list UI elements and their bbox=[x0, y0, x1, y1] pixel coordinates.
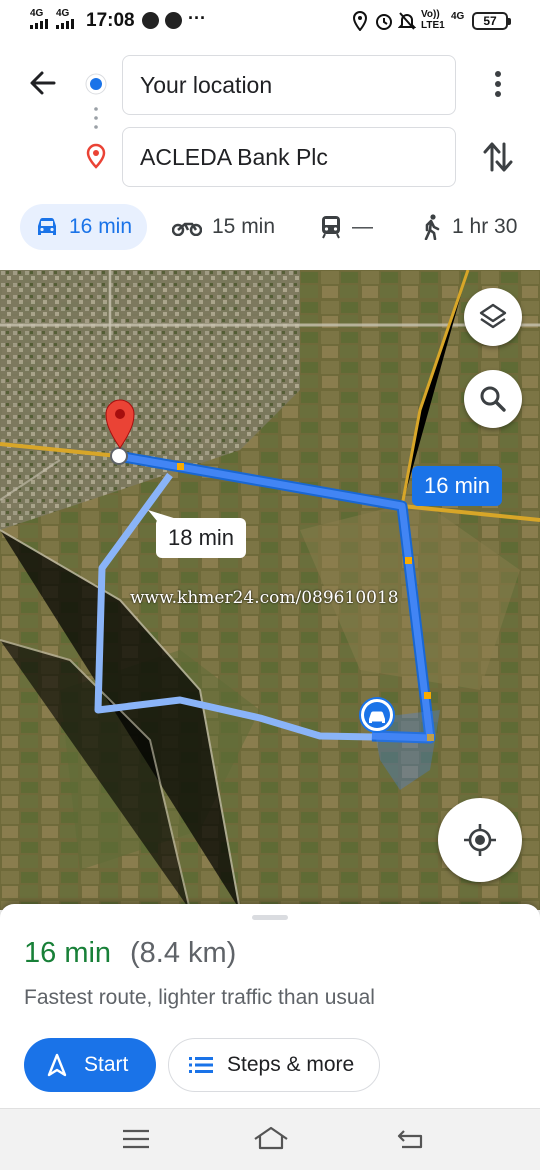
traffic-segment bbox=[424, 692, 431, 699]
location-status-icon bbox=[352, 11, 368, 31]
route-duration: 16 min bbox=[24, 937, 112, 969]
status-time: 17:08 bbox=[86, 10, 135, 31]
list-icon bbox=[189, 1057, 213, 1073]
battery-icon: 57 bbox=[472, 12, 511, 30]
route-description: Fastest route, lighter traffic than usua… bbox=[24, 986, 375, 1009]
watermark-text: www.khmer24.com/089610018 bbox=[130, 588, 399, 608]
signal-bars-icon bbox=[56, 19, 74, 29]
back-icon[interactable] bbox=[396, 1127, 426, 1151]
search-along-route-button[interactable] bbox=[464, 370, 522, 428]
tab-motorcycle[interactable]: 15 min bbox=[172, 204, 275, 250]
dnd-notification-icon bbox=[142, 12, 159, 29]
tab-walk-label: 1 hr 30 bbox=[452, 215, 518, 238]
car-icon bbox=[38, 218, 56, 235]
tab-transit[interactable]: — bbox=[320, 204, 373, 250]
start-navigation-button[interactable]: Start bbox=[24, 1038, 156, 1092]
more-options-icon[interactable] bbox=[486, 68, 510, 102]
route-connector-dots bbox=[94, 107, 98, 129]
route-start-dot bbox=[110, 447, 128, 465]
destination-pin-icon bbox=[86, 143, 106, 169]
signal-strength-1: 4G bbox=[30, 9, 52, 32]
origin-input[interactable]: Your location bbox=[122, 55, 456, 115]
steps-and-more-button[interactable]: Steps & more bbox=[168, 1038, 380, 1092]
signal-bars-icon bbox=[30, 19, 48, 29]
status-bar: 4G 4G 17:08 ··· Vo)) LTE1 4G 57 bbox=[0, 0, 540, 42]
layers-icon bbox=[479, 303, 507, 329]
system-navigation-bar bbox=[0, 1108, 540, 1170]
back-arrow-icon[interactable] bbox=[26, 66, 60, 100]
network-type-label: 4G bbox=[56, 8, 70, 19]
route-summary-sheet[interactable]: 16 min (8.4 km) Fastest route, lighter t… bbox=[0, 904, 540, 1110]
walking-icon bbox=[424, 214, 440, 240]
my-location-button[interactable] bbox=[438, 798, 522, 882]
mute-bell-icon bbox=[398, 12, 416, 30]
main-route-time-label[interactable]: 16 min bbox=[412, 466, 503, 506]
menu-icon[interactable] bbox=[121, 1127, 151, 1151]
crosshair-location-icon bbox=[464, 824, 496, 856]
train-icon bbox=[322, 216, 340, 239]
traffic-segment bbox=[177, 463, 184, 470]
more-notifications-icon: ··· bbox=[188, 8, 206, 28]
motorcycle-icon bbox=[172, 222, 202, 236]
sheet-drag-handle[interactable] bbox=[252, 915, 288, 920]
route-distance: (8.4 km) bbox=[130, 937, 237, 969]
tab-walk[interactable]: 1 hr 30 bbox=[422, 204, 517, 250]
tab-drive[interactable]: 16 min bbox=[20, 204, 147, 250]
tab-motorcycle-label: 15 min bbox=[212, 215, 276, 238]
traffic-segment bbox=[405, 557, 412, 564]
alt-route-time-label[interactable]: 18 min bbox=[156, 518, 247, 558]
messenger-notification-icon bbox=[165, 12, 182, 29]
destination-input[interactable]: ACLEDA Bank Plc bbox=[122, 127, 456, 187]
origin-dot-icon bbox=[85, 73, 107, 95]
tab-transit-label: — bbox=[352, 215, 373, 238]
tab-drive-label: 16 min bbox=[69, 215, 133, 238]
map-view[interactable]: 16 min 18 min www.khmer24.com/089610018 bbox=[0, 270, 540, 910]
search-icon bbox=[480, 386, 506, 412]
volte-indicator: Vo)) LTE1 bbox=[421, 9, 445, 31]
swap-directions-icon[interactable] bbox=[482, 140, 514, 174]
signal-strength-2: 4G bbox=[56, 9, 78, 32]
start-label: Start bbox=[84, 1053, 129, 1076]
layers-button[interactable] bbox=[464, 288, 522, 346]
alarm-icon bbox=[376, 14, 392, 30]
navigation-arrow-icon bbox=[47, 1053, 67, 1077]
steps-label: Steps & more bbox=[227, 1053, 355, 1076]
network-4g-indicator: 4G bbox=[451, 11, 465, 22]
home-icon[interactable] bbox=[252, 1125, 290, 1151]
network-type-label: 4G bbox=[30, 8, 44, 19]
